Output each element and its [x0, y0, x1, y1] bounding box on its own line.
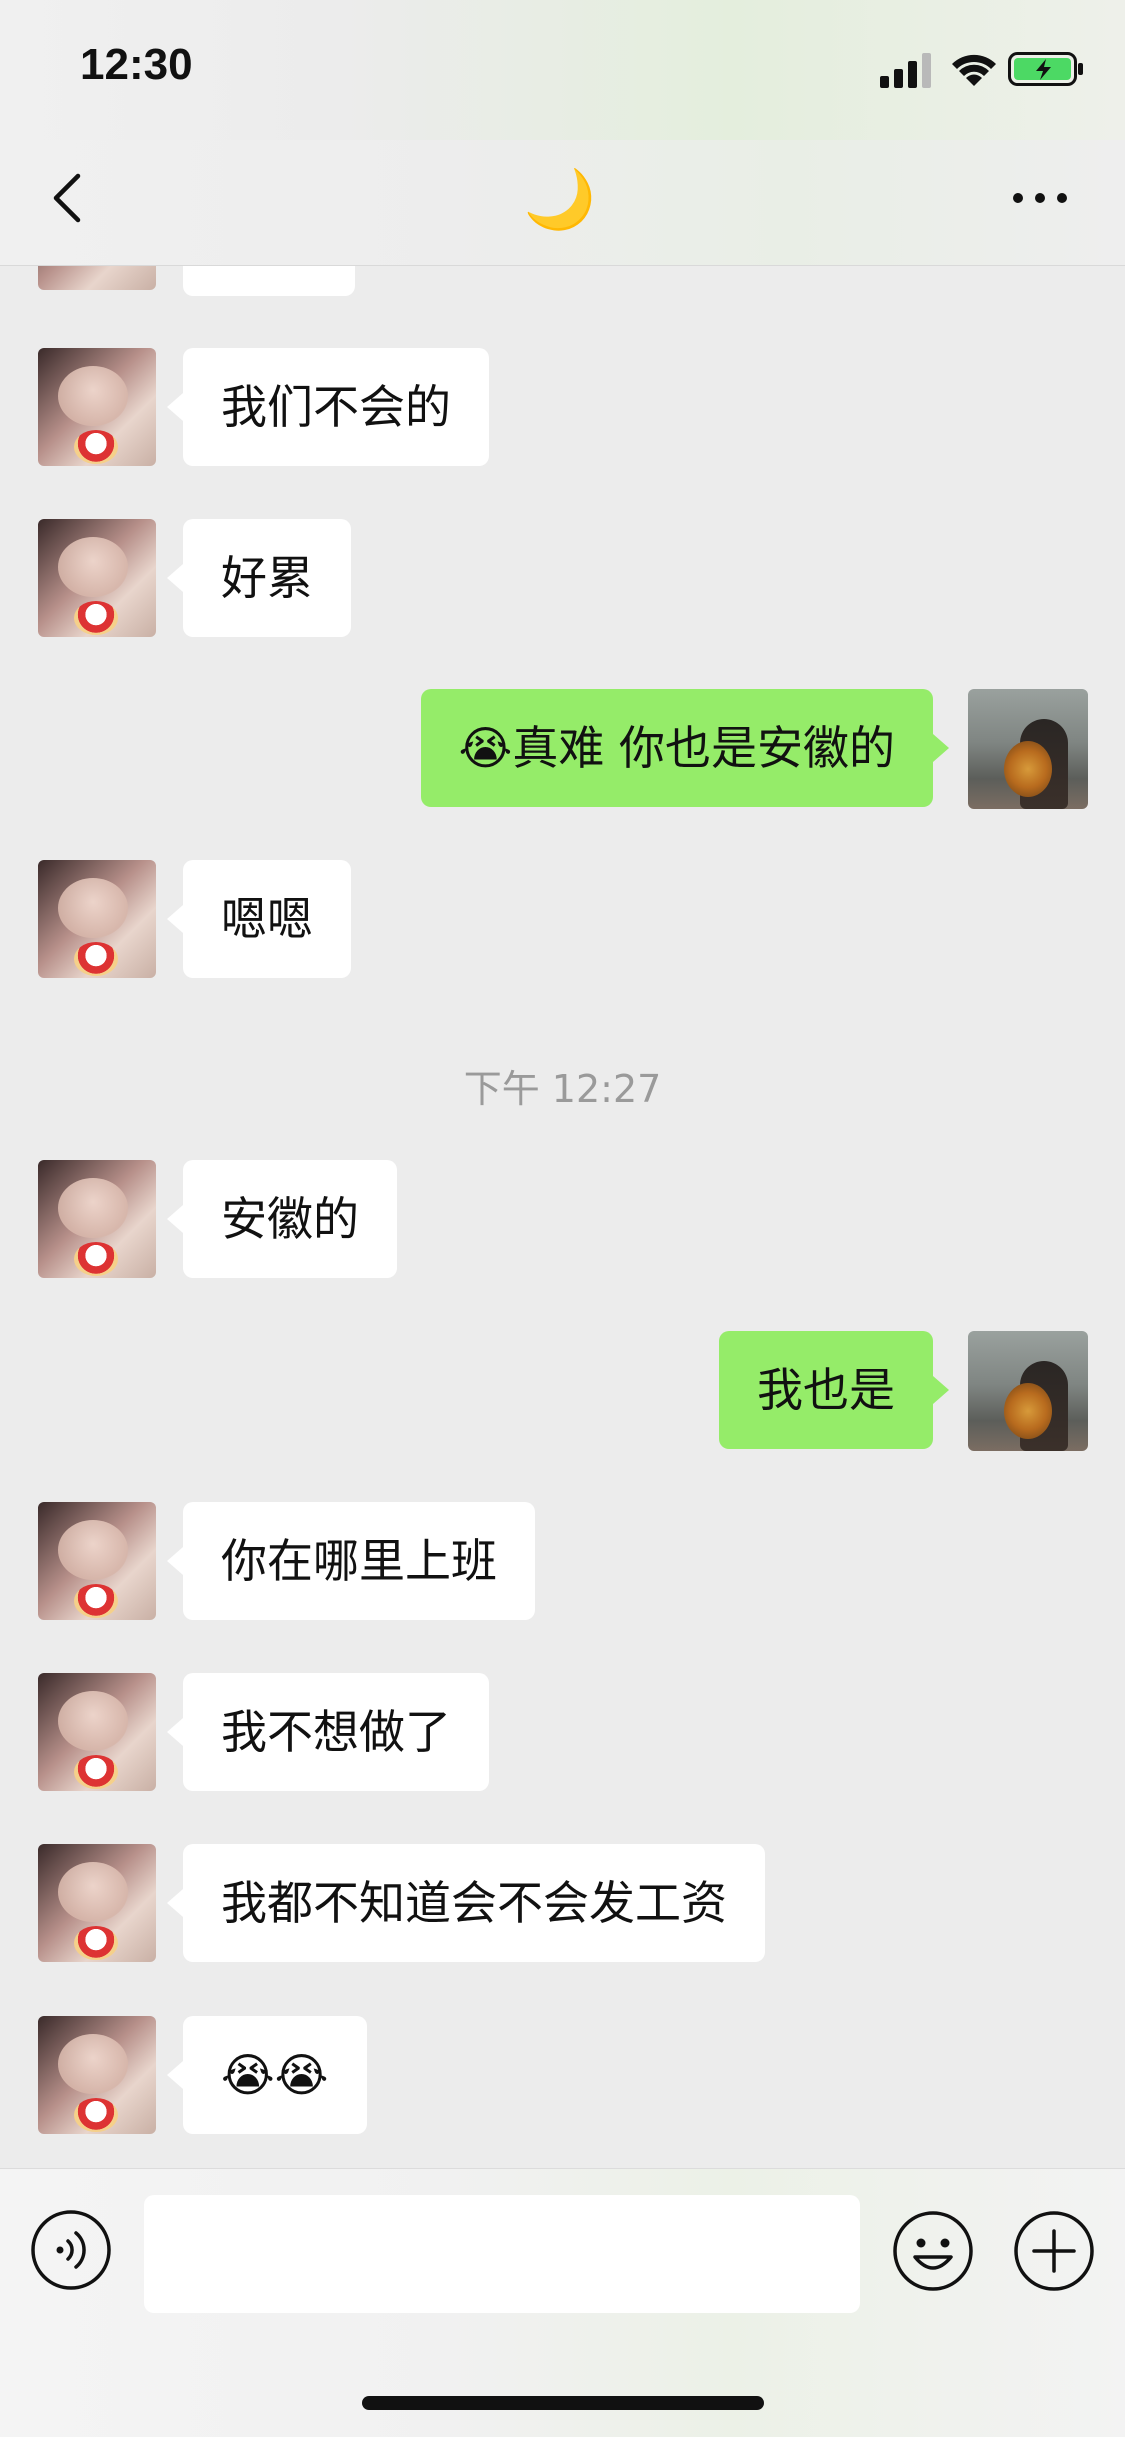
my-avatar[interactable] [968, 1331, 1088, 1451]
plus-icon[interactable] [1012, 2209, 1096, 2293]
chat-header: 🌙 [0, 140, 1125, 266]
contact-avatar[interactable] [38, 1673, 156, 1791]
chat-title: 🌙 [523, 165, 597, 233]
voice-icon[interactable] [30, 2209, 112, 2291]
status-time: 12:30 [80, 40, 193, 89]
contact-avatar[interactable] [38, 1844, 156, 1962]
message-bubble[interactable]: 我不想做了 [167, 1673, 489, 1791]
message-bubble[interactable]: 我们不会的 [167, 348, 489, 466]
battery-icon [1008, 52, 1083, 86]
message-bubble-outgoing[interactable]: 😭真难 你也是安徽的 [420, 689, 950, 807]
home-indicator [362, 2396, 764, 2410]
message-timestamp: 下午 12:27 [463, 1067, 662, 1111]
contact-avatar[interactable] [38, 1502, 156, 1620]
contact-avatar[interactable] [38, 2016, 156, 2134]
message-bubble[interactable]: 好累 [167, 519, 351, 637]
emoji-icon[interactable] [891, 2209, 975, 2293]
message-bubble[interactable]: 你在哪里上班 [167, 1502, 535, 1620]
message-bubble[interactable]: 安徽的 [167, 1160, 397, 1278]
cellular-signal-icon [880, 53, 931, 88]
contact-avatar[interactable] [38, 860, 156, 978]
wifi-icon [952, 54, 996, 86]
more-dots-icon[interactable] [1010, 186, 1070, 210]
contact-avatar[interactable] [38, 348, 156, 466]
contact-avatar[interactable] [38, 519, 156, 637]
message-bubble-outgoing[interactable]: 我也是 [719, 1331, 949, 1449]
chevron-left-icon[interactable] [40, 168, 100, 228]
status-bar: 12:30 [0, 0, 1125, 140]
contact-avatar[interactable] [38, 1160, 156, 1278]
message-bubble[interactable]: 😭😭 [167, 2016, 367, 2134]
message-bubble[interactable]: 我都不知道会不会发工资 [167, 1844, 765, 1962]
message-bubble[interactable]: 嗯嗯 [167, 860, 351, 978]
my-avatar[interactable] [968, 689, 1088, 809]
message-input[interactable] [144, 2195, 860, 2313]
